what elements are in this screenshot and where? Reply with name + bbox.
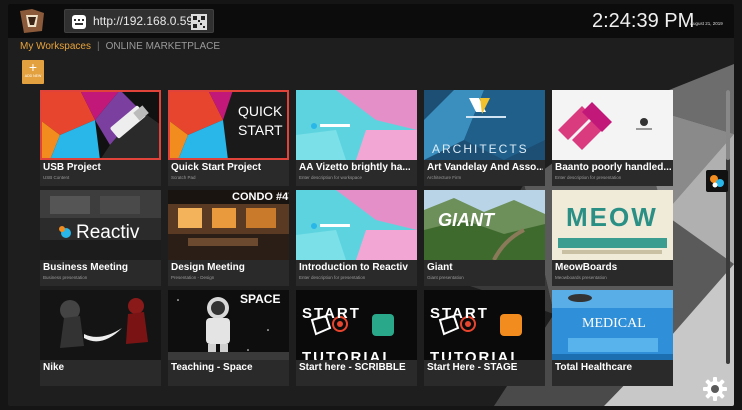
card-title: Start here - SCRIBBLE	[299, 362, 406, 373]
scrollbar-thumb[interactable]	[726, 90, 730, 160]
card-thumbnail: Reactiv	[40, 190, 161, 260]
card-subtitle: Presentation - Design	[171, 275, 215, 280]
workspace-card-art-vandelay[interactable]: ARCHITECTS Art Vandelay And Asso... Arch…	[424, 90, 545, 186]
workspace-card-teaching-space[interactable]: SPACE Teaching - Space	[168, 290, 289, 386]
card-subtitle: Scratch Pad	[171, 175, 196, 180]
tab-online-marketplace[interactable]: ONLINE MARKETPLACE	[106, 41, 220, 52]
workspace-card-nike[interactable]: Nike	[40, 290, 161, 386]
thumbnail-overlay-text: MEDICAL	[582, 316, 646, 331]
workspace-card-meowboards[interactable]: MEOW MeowBoards Meowboards presentation	[552, 190, 673, 286]
card-thumbnail: GIANT	[424, 190, 545, 260]
card-thumbnail: START TUTORIAL	[424, 290, 545, 360]
workspace-card-total-healthcare[interactable]: MEDICAL Total Healthcare	[552, 290, 673, 386]
workspace-card-start-stage[interactable]: START TUTORIAL Start Here - STAGE	[424, 290, 545, 386]
card-subtitle: Enter description for presentation	[299, 275, 366, 280]
card-thumbnail	[40, 290, 161, 360]
card-thumbnail	[296, 190, 417, 260]
card-title: Nike	[43, 362, 65, 373]
card-subtitle: Enter description for workspace	[299, 175, 363, 180]
thumbnail-overlay-text: ARCHITECTS	[432, 142, 529, 156]
app-logo-icon[interactable]	[18, 7, 46, 35]
top-bar: http://192.168.0.59 2:24:39 PM August 21…	[8, 4, 734, 38]
url-text: http://192.168.0.59	[93, 14, 194, 28]
workspace-card-business-meeting[interactable]: Reactiv Business Meeting Business presen…	[40, 190, 161, 286]
card-subtitle: USB Content	[43, 175, 70, 180]
thumbnail-overlay-text: GIANT	[438, 210, 494, 230]
workspace-card-start-scribble[interactable]: START TUTORIAL Start here - SCRIBBLE	[296, 290, 417, 386]
thumbnail-overlay-text: START TUTORIAL	[430, 305, 522, 360]
card-thumbnail	[296, 90, 417, 160]
card-title: Introduction to Reactiv	[299, 262, 408, 273]
thumbnail-overlay-text: MEOW	[566, 202, 658, 232]
workspace-card-quick-start[interactable]: QUICK START Quick Start Project Scratch …	[168, 90, 289, 186]
card-title: Art Vandelay And Asso...	[427, 162, 543, 173]
tab-my-workspaces[interactable]: My Workspaces	[20, 41, 91, 52]
settings-gear-icon[interactable]	[702, 376, 728, 402]
app-window: http://192.168.0.59 2:24:39 PM August 21…	[8, 4, 734, 406]
card-thumbnail: QUICK START	[168, 90, 289, 160]
card-thumbnail: MEDICAL	[552, 290, 673, 360]
workspace-card-introduction-reactiv[interactable]: Introduction to Reactiv Enter descriptio…	[296, 190, 417, 286]
card-title: Teaching - Space	[171, 362, 253, 373]
keyboard-icon[interactable]	[71, 14, 87, 30]
card-thumbnail	[552, 90, 673, 160]
add-new-label: ADD NEW	[24, 74, 42, 78]
workspace-card-design-meeting[interactable]: CONDO #4708 Design Meeting Presentation …	[168, 190, 289, 286]
card-title: MeowBoards	[555, 262, 618, 273]
clock-date: August 21, 2019	[690, 21, 723, 26]
card-thumbnail: SPACE	[168, 290, 289, 360]
thumbnail-overlay-text: QUICK START	[238, 103, 283, 138]
card-thumbnail: ARCHITECTS	[424, 90, 545, 160]
card-title: Design Meeting	[171, 262, 245, 273]
add-new-button[interactable]: + ADD NEW	[22, 60, 44, 84]
thumbnail-overlay-text: CONDO #4708	[232, 191, 289, 203]
card-title: Total Healthcare	[555, 362, 633, 373]
card-subtitle: Business presentation	[43, 275, 88, 280]
card-title: Giant	[427, 262, 453, 273]
card-title: Start Here - STAGE	[427, 362, 518, 373]
card-title: AA Vizetto brightly ha...	[299, 162, 411, 173]
card-thumbnail	[40, 90, 161, 160]
card-title: Quick Start Project	[171, 162, 262, 173]
clock-time: 2:24:39 PM	[592, 10, 695, 32]
qr-code-icon[interactable]	[191, 14, 207, 30]
plus-icon: +	[28, 59, 38, 75]
card-subtitle: Enter description for presentation	[555, 175, 622, 180]
card-subtitle: Meowboards presentation	[555, 275, 607, 280]
card-title: Baanto poorly handled...	[555, 162, 671, 173]
card-thumbnail: START TUTORIAL	[296, 290, 417, 360]
workspace-card-giant[interactable]: GIANT Giant Giant presentation	[424, 190, 545, 286]
workspace-tabs: My Workspaces | ONLINE MARKETPLACE	[20, 41, 220, 52]
reactiv-side-icon[interactable]	[706, 170, 728, 192]
workspace-card-usb-project[interactable]: USB Project USB Content	[40, 90, 161, 186]
grid-scrollbar[interactable]	[726, 90, 730, 364]
card-title: Business Meeting	[43, 262, 129, 273]
tab-separator: |	[96, 41, 100, 52]
workspace-card-baanto[interactable]: Baanto poorly handled... Enter descripti…	[552, 90, 673, 186]
card-subtitle: Architecture Firm	[427, 175, 462, 180]
card-thumbnail: MEOW	[552, 190, 673, 260]
selection-outline	[40, 90, 161, 160]
card-title: USB Project	[43, 162, 101, 173]
thumbnail-overlay-text: SPACE	[240, 292, 281, 306]
thumbnail-overlay-text: START TUTORIAL	[302, 305, 394, 360]
card-subtitle: Giant presentation	[427, 275, 464, 280]
address-bar[interactable]: http://192.168.0.59	[64, 9, 214, 33]
workspace-card-aa-vizetto[interactable]: AA Vizetto brightly ha... Enter descript…	[296, 90, 417, 186]
card-thumbnail: CONDO #4708	[168, 190, 289, 260]
thumbnail-overlay-text: Reactiv	[76, 222, 140, 243]
